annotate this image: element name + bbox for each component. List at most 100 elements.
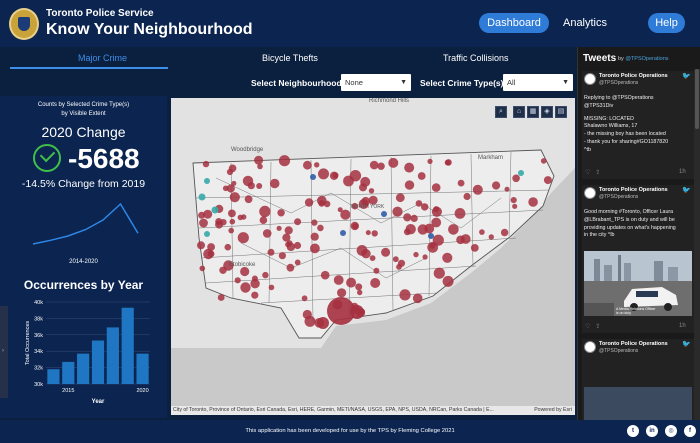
crime-dot[interactable] [431, 217, 442, 228]
crime-dot[interactable] [240, 266, 250, 277]
tweet-author[interactable]: Toronto Police Operations [599, 187, 668, 193]
crime-dot[interactable] [278, 252, 286, 260]
crime-dot[interactable] [310, 174, 316, 180]
crime-dot[interactable] [251, 291, 259, 299]
crime-dot[interactable] [422, 254, 428, 260]
crime-dot[interactable] [431, 183, 441, 192]
crime-dot[interactable] [512, 203, 518, 209]
crime-dot[interactable] [368, 188, 375, 194]
crime-dot[interactable] [222, 185, 229, 192]
crime-dot[interactable] [448, 224, 459, 235]
neighbourhood-select[interactable]: None ▼ [341, 74, 411, 91]
help-button[interactable]: Help [648, 13, 685, 33]
crime-dot[interactable] [204, 231, 210, 237]
crime-dot[interactable] [202, 160, 210, 168]
heart-icon[interactable]: ♡ [585, 170, 590, 176]
crime-dot[interactable] [337, 288, 347, 298]
crime-dot[interactable] [294, 218, 302, 226]
crime-dot[interactable] [431, 206, 442, 217]
crime-dot[interactable] [215, 218, 223, 226]
crime-dot[interactable] [365, 230, 371, 236]
home-icon[interactable]: ⌂ [513, 106, 525, 118]
crime-dot[interactable] [396, 264, 402, 270]
twitter-icon[interactable]: t [627, 425, 639, 437]
crime-dot[interactable] [301, 295, 308, 302]
crime-dot[interactable] [303, 160, 312, 170]
crime-dot[interactable] [470, 244, 479, 252]
crime-dot[interactable] [204, 178, 210, 184]
crime-dot[interactable] [234, 277, 241, 284]
crime-dot[interactable] [293, 241, 302, 250]
crime-dot[interactable] [323, 200, 331, 208]
crime-dot[interactable] [392, 256, 399, 263]
avatar[interactable] [584, 73, 596, 85]
crime-dot[interactable] [415, 200, 423, 207]
crime-dot[interactable] [479, 229, 485, 235]
crime-dot[interactable] [361, 249, 371, 259]
crime-dot[interactable] [268, 284, 275, 291]
crime-dot[interactable] [337, 207, 343, 213]
crime-dot[interactable] [294, 259, 301, 266]
analytics-button[interactable]: Analytics [557, 13, 613, 33]
map-canvas[interactable] [171, 98, 575, 415]
crime-dot[interactable] [207, 243, 215, 251]
crime-dot[interactable] [472, 184, 483, 195]
crime-dot[interactable] [518, 170, 524, 176]
crime-dot[interactable] [528, 197, 538, 207]
heart-icon[interactable]: ♡ [585, 324, 590, 330]
crime-dot[interactable] [231, 180, 237, 186]
crime-dot[interactable] [207, 250, 215, 258]
crime-dot[interactable] [277, 209, 285, 217]
crime-dot[interactable] [237, 214, 244, 221]
crime-dot[interactable] [442, 275, 454, 287]
crime-dot[interactable] [310, 243, 320, 254]
powered-by-esri[interactable]: Powered by Esri [534, 406, 572, 415]
grid-icon[interactable]: ▦ [527, 106, 539, 118]
crime-dot[interactable] [388, 157, 399, 168]
crime-dot[interactable] [284, 226, 293, 235]
crime-dot[interactable] [343, 175, 354, 187]
crime-dot[interactable] [404, 180, 415, 190]
crime-dot[interactable] [543, 176, 552, 185]
crime-type-select[interactable]: All ▼ [503, 74, 573, 91]
crime-dot[interactable] [492, 181, 501, 190]
crime-dot[interactable] [405, 224, 416, 235]
crime-dot[interactable] [421, 203, 429, 211]
tweet-image[interactable]: A Media Relations Officer is on duty [584, 251, 692, 316]
crime-dot[interactable] [311, 219, 318, 226]
layers-icon[interactable]: ◈ [541, 106, 553, 118]
crime-dot[interactable] [226, 168, 234, 176]
crime-dot[interactable] [304, 198, 314, 207]
crime-dot[interactable] [278, 155, 291, 167]
tweet-handle[interactable]: @TPSOperations [599, 348, 638, 354]
facebook-icon[interactable]: f [684, 425, 696, 437]
crime-dot[interactable] [395, 193, 405, 203]
crime-dot[interactable] [369, 160, 379, 170]
crime-dot[interactable] [199, 218, 208, 228]
crime-dot[interactable] [317, 224, 324, 232]
tab-traffic-collisions[interactable]: Traffic Collisions [443, 53, 509, 63]
crime-dot[interactable] [381, 211, 387, 217]
scrollbar-thumb[interactable] [695, 69, 699, 129]
share-icon[interactable]: ⇪ [595, 170, 600, 176]
crime-dot[interactable] [350, 305, 364, 319]
share-icon[interactable]: ⇪ [595, 324, 600, 330]
crime-dot[interactable] [262, 271, 269, 279]
crime-dot[interactable] [427, 158, 433, 164]
crime-dot[interactable] [229, 218, 236, 225]
crime-dot[interactable] [240, 282, 251, 293]
crime-dot[interactable] [217, 294, 225, 301]
crime-dot[interactable] [269, 178, 280, 189]
crime-dot[interactable] [198, 193, 206, 201]
tweet-handle[interactable]: @TPSOperations [599, 194, 638, 200]
crime-dot[interactable] [329, 171, 339, 180]
crime-dot[interactable] [197, 241, 205, 250]
crime-dot[interactable] [285, 241, 291, 248]
crime-dot[interactable] [199, 265, 206, 272]
tweet-author[interactable]: Toronto Police Operations [599, 341, 668, 347]
crime-dot[interactable] [428, 233, 434, 239]
crime-dot[interactable] [314, 162, 320, 168]
crime-dot[interactable] [198, 211, 206, 219]
crime-dot[interactable] [404, 162, 415, 173]
tweet-author[interactable]: Toronto Police Operations [599, 73, 668, 79]
